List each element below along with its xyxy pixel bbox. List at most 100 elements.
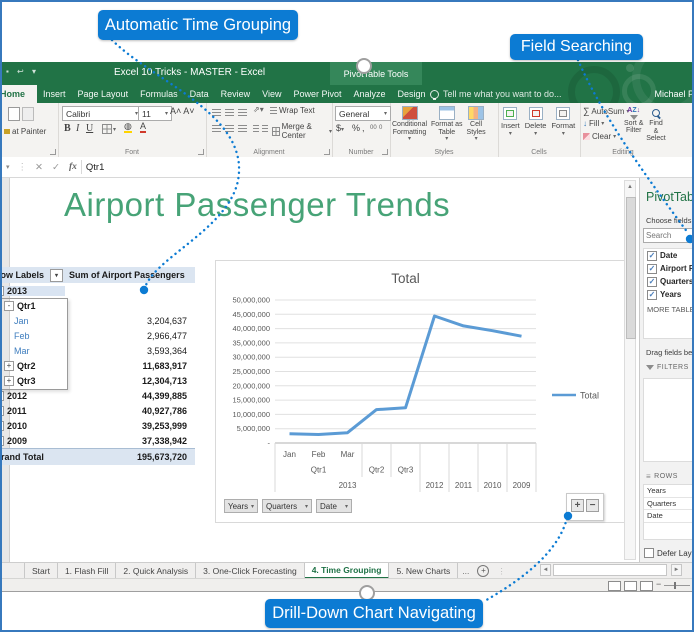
borders-button[interactable]	[102, 124, 112, 134]
rows-area-item-years[interactable]: Years	[644, 485, 692, 498]
pivot-row-label[interactable]: - Qtr1	[2, 300, 65, 311]
ribbon-tab-analyze[interactable]: Analyze	[348, 85, 392, 103]
ribbon-tab-power-pivot[interactable]: Power Pivot	[287, 85, 347, 103]
page-break-view-button[interactable]	[640, 581, 653, 591]
hscroll-right-arrow[interactable]: ►	[671, 564, 682, 576]
pivot-row-2011[interactable]: +2011 40,927,786	[2, 403, 195, 418]
pivot-row-feb[interactable]: Feb 2,966,477	[2, 328, 195, 343]
ribbon-tab-page-layout[interactable]: Page Layout	[72, 85, 135, 103]
delete-cells-button[interactable]: Delete ▾	[525, 107, 546, 137]
pivot-row-label[interactable]: Feb	[2, 331, 65, 341]
defer-layout-checkbox[interactable]	[644, 548, 654, 558]
pivot-row-label[interactable]: Jan	[2, 316, 65, 326]
pivot-row-2012[interactable]: +2012 44,399,885	[2, 388, 195, 403]
sheet-tab-4-time-grouping[interactable]: 4. Time Grouping	[304, 563, 390, 579]
expand-icon[interactable]: +	[2, 435, 4, 446]
chart-field-button-quarters[interactable]: Quarters ▾	[262, 499, 312, 513]
row-labels-filter-icon[interactable]: ▾	[50, 268, 63, 282]
expand-icon[interactable]: +	[4, 360, 14, 371]
format-as-table-button[interactable]: Format as Table ▾	[431, 106, 463, 144]
collapse-icon[interactable]: -	[4, 300, 14, 311]
wrap-text-button[interactable]: Wrap Text	[270, 106, 315, 115]
checkbox-checked-icon[interactable]: ✓	[647, 250, 657, 261]
new-sheet-button[interactable]: +	[473, 563, 493, 579]
alignment-dialog-launcher[interactable]	[324, 149, 330, 155]
currency-button[interactable]: $▾	[336, 123, 344, 133]
bold-button[interactable]: B	[64, 123, 71, 134]
align-center-icon[interactable]	[225, 125, 234, 132]
align-middle-icon[interactable]	[225, 109, 234, 116]
font-name-combo[interactable]: Calibri ▾	[62, 106, 142, 121]
field-checkbox-row-airport-passe[interactable]: ✓Airport Passe	[644, 262, 692, 275]
cancel-icon[interactable]: ✕	[35, 162, 43, 173]
pivot-row-mar[interactable]: Mar 3,593,364	[2, 343, 195, 358]
field-search-input[interactable]	[643, 228, 692, 243]
field-checkbox-row-years[interactable]: ✓ Years	[644, 288, 692, 301]
pivot-row-label[interactable]: + Qtr3	[2, 375, 65, 386]
chart-field-button-years[interactable]: Years ▾	[224, 499, 258, 513]
drill-up-minus-button[interactable]: −	[586, 499, 599, 512]
font-size-combo[interactable]: 11 ▾	[138, 106, 172, 121]
ribbon-tab-view[interactable]: View	[256, 85, 287, 103]
align-top-icon[interactable]	[212, 109, 221, 116]
enter-icon[interactable]: ✓	[52, 162, 60, 173]
italic-button[interactable]: I	[76, 123, 79, 134]
chart-field-button-date[interactable]: Date ▾	[316, 499, 352, 513]
fx-icon[interactable]: fx	[69, 162, 77, 172]
checkbox-checked-icon[interactable]: ✓	[647, 289, 657, 300]
page-layout-view-button[interactable]	[624, 581, 637, 591]
sheet-tab-2-quick-analysis[interactable]: 2. Quick Analysis	[116, 563, 197, 579]
fill-color-button[interactable]: ◍	[124, 122, 132, 133]
merge-center-button[interactable]: Merge & Center ▾	[272, 122, 332, 140]
defer-layout-row[interactable]: Defer Layout	[644, 548, 692, 558]
align-left-icon[interactable]	[212, 125, 221, 132]
filters-area-box[interactable]	[643, 378, 692, 462]
rows-area-item-quarters[interactable]: Quarters	[644, 498, 692, 510]
user-name[interactable]: Michael P	[654, 85, 692, 103]
decrease-decimal-icon[interactable]: 0	[379, 125, 382, 131]
copy-icon[interactable]	[22, 107, 34, 121]
insert-cells-button[interactable]: Insert ▾	[501, 107, 520, 137]
format-painter-button[interactable]: at Painter	[4, 127, 46, 136]
find-select-button[interactable]: Find & Select	[646, 107, 666, 143]
align-bottom-icon[interactable]	[238, 109, 247, 116]
field-checkbox-row-date[interactable]: ✓ Date	[644, 249, 692, 262]
tell-me-box[interactable]: Tell me what you want to do...	[430, 85, 562, 103]
conditional-formatting-button[interactable]: Conditional Formatting ▾	[392, 106, 427, 144]
pivot-row-qtr1[interactable]: - Qtr1	[2, 298, 195, 313]
pivot-row-label[interactable]: +2009	[2, 435, 65, 446]
rows-area-box[interactable]: Years Quarters Date	[643, 484, 692, 540]
pivot-row-label[interactable]: Mar	[2, 346, 65, 356]
ribbon-tab-review[interactable]: Review	[215, 85, 257, 103]
ribbon-tab-design[interactable]: Design	[392, 85, 432, 103]
normal-view-button[interactable]	[608, 581, 621, 591]
checkbox-checked-icon[interactable]: ✓	[647, 276, 657, 287]
pivot-row-qtr2[interactable]: + Qtr2 11,683,917	[2, 358, 195, 373]
more-tables-link[interactable]: MORE TABLES...	[647, 305, 692, 314]
rows-area-item-date[interactable]: Date	[644, 510, 692, 523]
ribbon-tab-data[interactable]: Data	[184, 85, 215, 103]
pivot-row-qtr3[interactable]: + Qtr3 12,304,713	[2, 373, 195, 388]
zoom-slider-thumb[interactable]	[674, 582, 676, 589]
increase-decimal-icon[interactable]: 00	[370, 125, 377, 131]
drill-down-plus-button[interactable]: +	[571, 499, 584, 512]
sheet-tab-start[interactable]: Start	[25, 563, 58, 579]
sheet-tab-1-flash-fill[interactable]: 1. Flash Fill	[58, 563, 117, 579]
pivot-row-2010[interactable]: +2010 39,253,999	[2, 418, 195, 433]
pivot-row-grand-total[interactable]: Grand Total 195,673,720	[2, 448, 195, 465]
tab-overflow[interactable]: ...	[458, 563, 473, 579]
expand-icon[interactable]: +	[2, 390, 4, 401]
grow-shrink-font-buttons[interactable]: A˄ A˅	[170, 106, 195, 116]
sheet-tab-5-new-charts[interactable]: 5. New Charts	[389, 563, 459, 579]
zoom-slider[interactable]	[664, 585, 690, 586]
font-color-button[interactable]: A	[140, 122, 147, 133]
pivot-row-2013[interactable]: -2013	[2, 283, 195, 298]
percent-button[interactable]: %	[352, 123, 360, 133]
expand-icon[interactable]: +	[2, 405, 4, 416]
font-dialog-launcher[interactable]	[198, 149, 204, 155]
clipboard-dialog-launcher[interactable]	[50, 149, 56, 155]
scroll-up-arrow[interactable]: ▲	[625, 181, 635, 193]
cell-styles-button[interactable]: Cell Styles ▾	[467, 106, 486, 144]
number-format-combo[interactable]: General ▾	[335, 106, 391, 121]
pivot-row-label[interactable]: +2010	[2, 420, 65, 431]
